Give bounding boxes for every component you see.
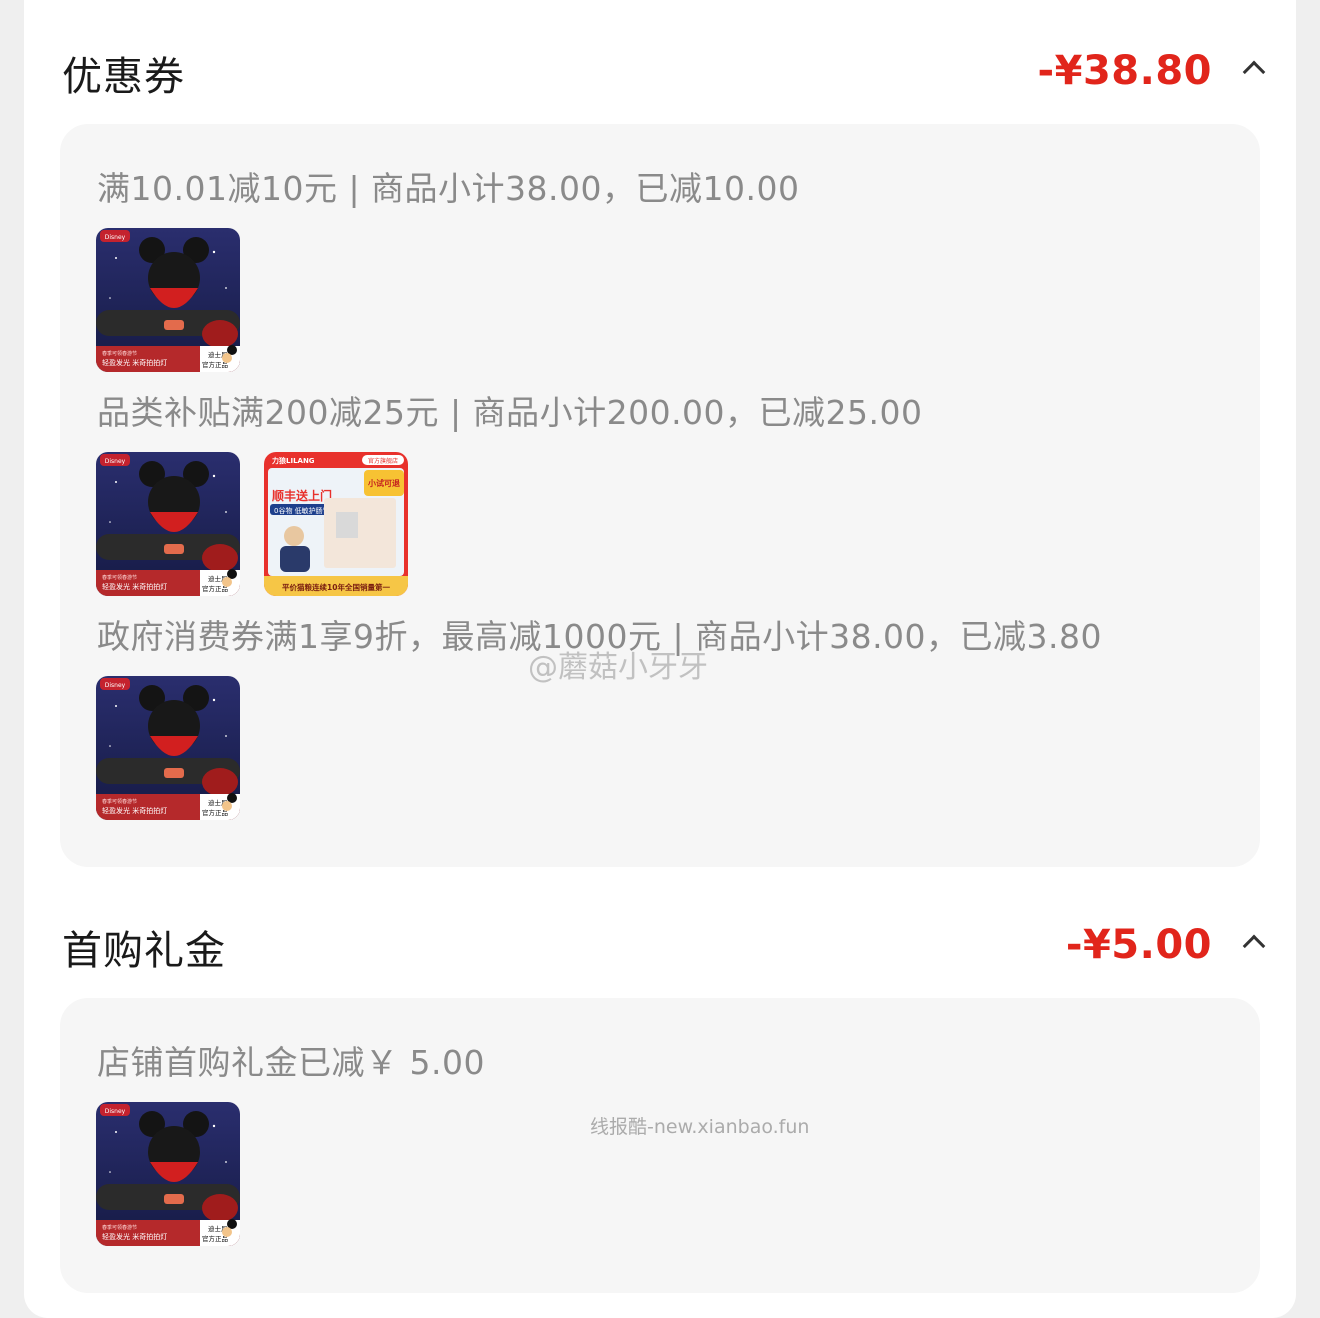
svg-text:顺丰送上门: 顺丰送上门 xyxy=(272,488,332,503)
coupon-rule-1: 满10.01减10元 | 商品小计38.00，已减10.00 xyxy=(97,169,800,208)
svg-text:春季可领春游节: 春季可领春游节 xyxy=(102,574,137,581)
weibo-watermark: @蘑菇小牙牙 xyxy=(528,650,708,685)
svg-text:小试可退: 小试可退 xyxy=(367,478,400,488)
first-purchase-amount: -¥5.00 xyxy=(1065,922,1212,968)
svg-text:春季可领春游节: 春季可领春游节 xyxy=(102,1224,137,1231)
coupon-rule-2: 品类补贴满200减25元 | 商品小计200.00，已减25.00 xyxy=(97,393,923,432)
svg-text:春季可领春游节: 春季可领春游节 xyxy=(102,350,137,357)
product-thumbnail-cat-food[interactable]: 力狼LILANG 官方旗舰店 顺丰送上门 0谷物 低敏护肠胃 小试可退 平价猫粮… xyxy=(264,452,408,596)
svg-text:0谷物 低敏护肠胃: 0谷物 低敏护肠胃 xyxy=(274,506,330,515)
svg-text:轻盈发光 米奇拍拍灯: 轻盈发光 米奇拍拍灯 xyxy=(102,806,167,815)
first-purchase-section-title: 首购礼金 xyxy=(62,928,226,974)
product-thumbnail-mickey-light[interactable]: Disney 春季可领春游节 轻盈发光 米奇拍拍灯 迪士尼 官方正品 xyxy=(96,228,240,372)
svg-text:春季可领春游节: 春季可领春游节 xyxy=(102,798,137,805)
coupon-total-amount: -¥38.80 xyxy=(1037,48,1212,94)
first-purchase-rule: 店铺首购礼金已减￥ 5.00 xyxy=(97,1043,485,1082)
svg-text:平价猫粮连续10年全国销量第一: 平价猫粮连续10年全国销量第一 xyxy=(282,582,390,592)
svg-text:轻盈发光 米奇拍拍灯: 轻盈发光 米奇拍拍灯 xyxy=(102,582,167,591)
coupon-detail-panel xyxy=(60,124,1260,867)
svg-text:轻盈发光 米奇拍拍灯: 轻盈发光 米奇拍拍灯 xyxy=(102,1232,167,1241)
svg-text:轻盈发光 米奇拍拍灯: 轻盈发光 米奇拍拍灯 xyxy=(102,358,167,367)
svg-text:Disney: Disney xyxy=(105,682,126,689)
svg-text:Disney: Disney xyxy=(105,1108,126,1115)
product-thumbnail-mickey-light[interactable]: Disney 春季可领春游节 轻盈发光 米奇拍拍灯 迪士尼 官方正品 xyxy=(96,1102,240,1246)
svg-text:官方旗舰店: 官方旗舰店 xyxy=(368,457,398,465)
site-watermark: 线报酷-new.xianbao.fun xyxy=(590,1116,810,1138)
product-thumbnail-mickey-light[interactable]: Disney 春季可领春游节 轻盈发光 米奇拍拍灯 迪士尼 官方正品 xyxy=(96,452,240,596)
svg-text:Disney: Disney xyxy=(105,458,126,465)
coupon-section-title: 优惠券 xyxy=(62,54,185,100)
svg-text:力狼LILANG: 力狼LILANG xyxy=(272,456,315,465)
svg-text:Disney: Disney xyxy=(105,234,126,241)
product-thumbnail-mickey-light[interactable]: Disney 春季可领春游节 轻盈发光 米奇拍拍灯 迪士尼 官方正品 xyxy=(96,676,240,820)
